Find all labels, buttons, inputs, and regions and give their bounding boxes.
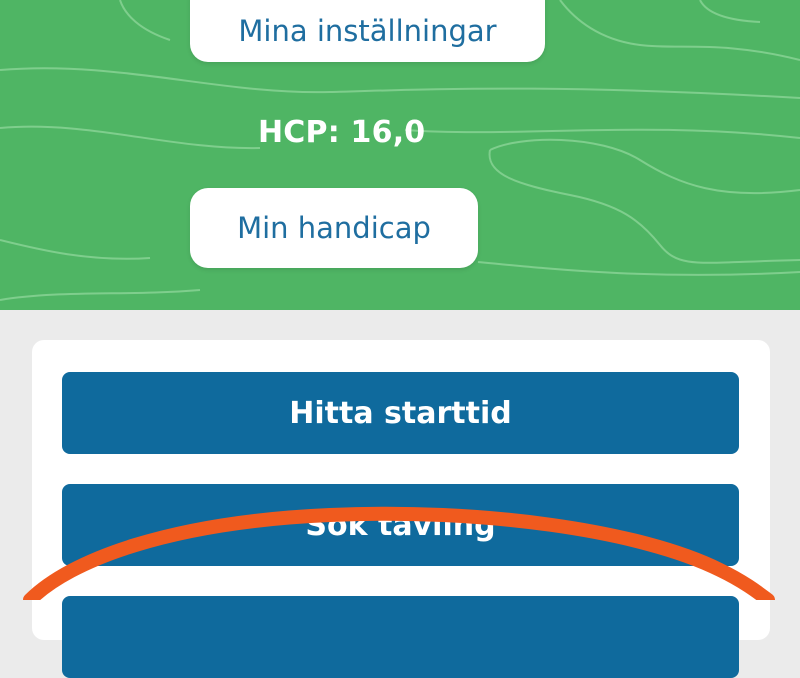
my-handicap-button[interactable]: Min handicap xyxy=(190,188,478,268)
my-handicap-label: Min handicap xyxy=(237,211,431,245)
my-settings-button[interactable]: Mina inställningar xyxy=(190,0,545,62)
handicap-value: HCP: 16,0 xyxy=(258,115,426,150)
find-tee-time-label: Hitta starttid xyxy=(289,395,512,431)
find-tee-time-button[interactable]: Hitta starttid xyxy=(62,372,739,454)
third-action-button[interactable] xyxy=(62,596,739,678)
search-competition-button[interactable]: Sök tävling xyxy=(62,484,739,566)
search-competition-label: Sök tävling xyxy=(305,507,496,543)
my-settings-label: Mina inställningar xyxy=(238,14,497,48)
profile-header: Mina inställningar HCP: 16,0 Min handica… xyxy=(0,0,800,310)
